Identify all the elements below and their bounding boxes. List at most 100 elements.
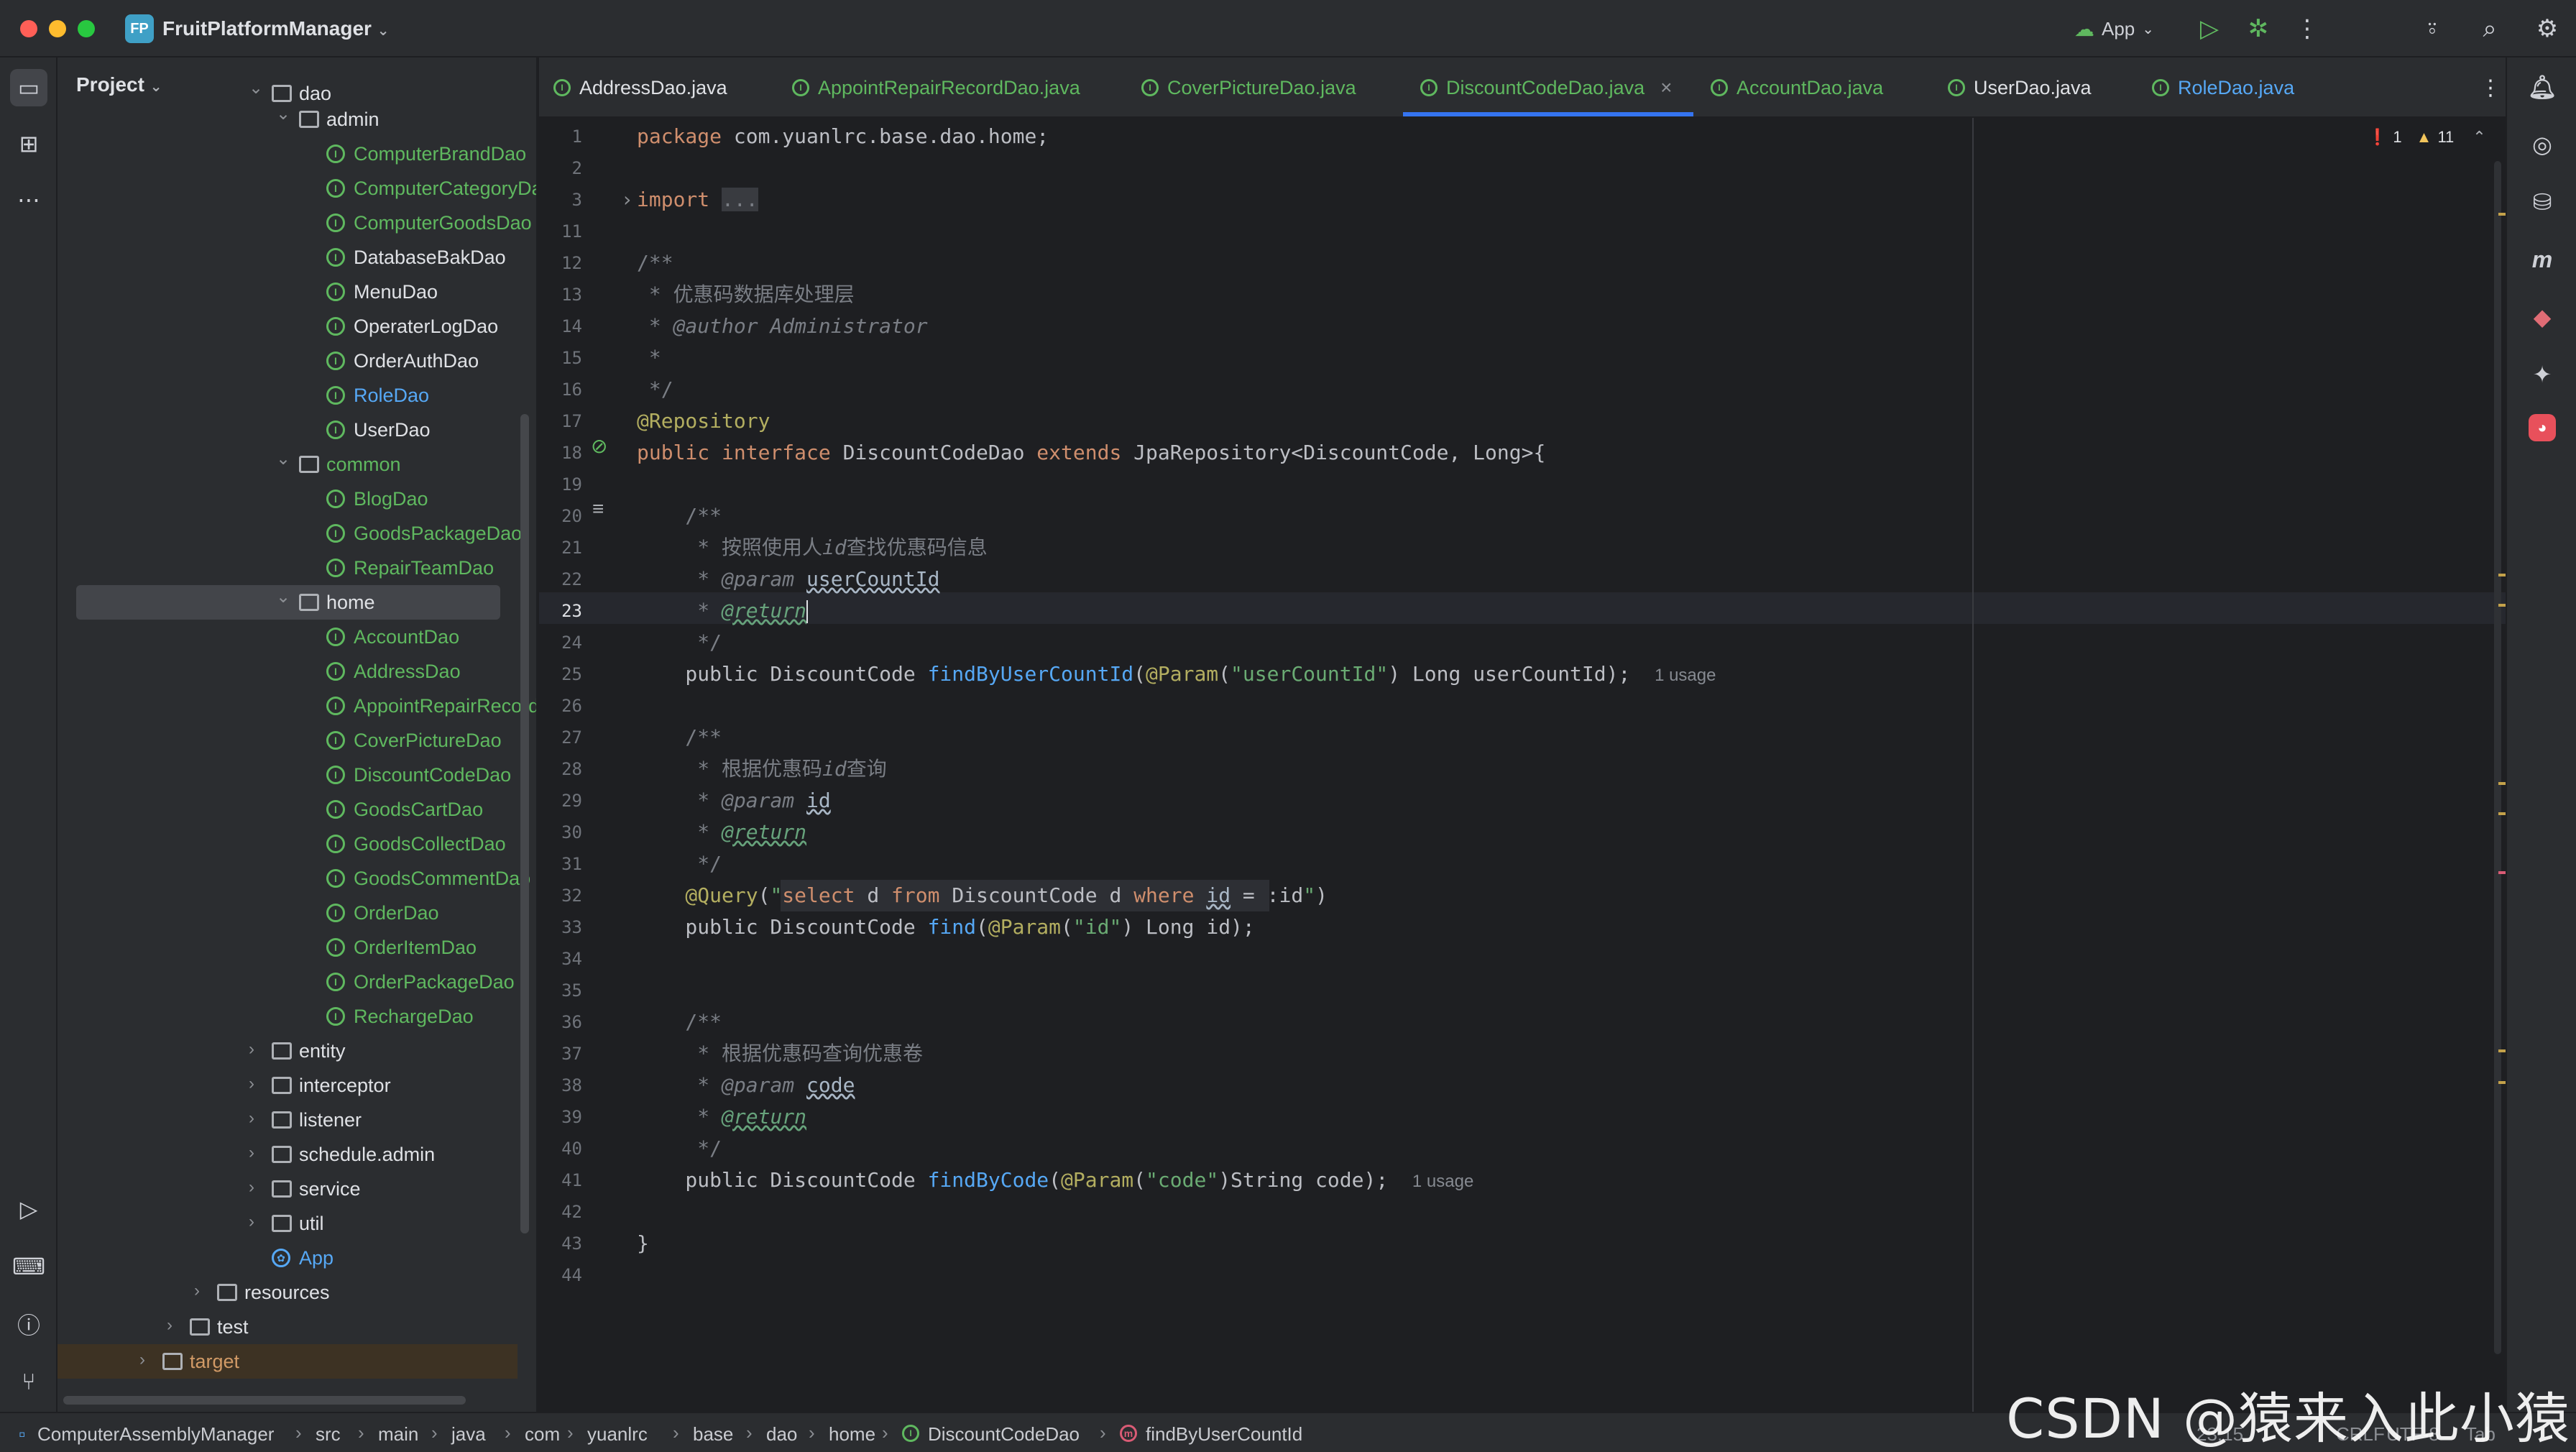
chevron-right-icon[interactable]: › bbox=[249, 1108, 254, 1129]
run-icon[interactable]: ▷ bbox=[2194, 13, 2225, 45]
breadcrumb-item[interactable]: java bbox=[451, 1423, 486, 1446]
tree-file-row[interactable]: I CoverPictureDao bbox=[58, 723, 518, 758]
tree-file-row[interactable]: I RoleDao bbox=[58, 378, 518, 413]
breadcrumb-item[interactable]: yuanlrc bbox=[587, 1423, 648, 1446]
breadcrumb-item[interactable]: main bbox=[378, 1423, 418, 1446]
plugin-cat-icon[interactable]: ◕ bbox=[2529, 414, 2556, 441]
tree-file-row[interactable]: I AddressDao bbox=[58, 654, 518, 689]
gradle-icon[interactable]: ✦ bbox=[2524, 357, 2560, 392]
breadcrumb-item[interactable]: dao bbox=[766, 1423, 797, 1446]
chevron-right-icon[interactable]: › bbox=[249, 1143, 254, 1163]
search-icon[interactable]: ⌕ bbox=[2474, 13, 2506, 45]
editor-tab[interactable]: I AppointRepairRecordDao.java bbox=[792, 58, 1080, 118]
chevron-down-icon[interactable]: ⌄ bbox=[276, 104, 290, 124]
chevron-right-icon[interactable]: › bbox=[249, 1177, 254, 1198]
editor-tab[interactable]: I UserDao.java bbox=[1948, 58, 2092, 118]
tree-folder-row[interactable]: › resources bbox=[58, 1275, 518, 1310]
more-tools-icon[interactable]: ⋯ bbox=[10, 181, 47, 219]
tree-file-row[interactable]: I RechargeDao bbox=[58, 999, 518, 1034]
tree-file-row[interactable]: I DiscountCodeDao bbox=[58, 758, 518, 792]
project-tree-horizontal-scrollbar[interactable] bbox=[63, 1396, 466, 1405]
tree-folder-row[interactable]: › util bbox=[58, 1206, 518, 1241]
tab-active[interactable]: I DiscountCodeDao.java × bbox=[1420, 58, 1673, 118]
tree-file-row[interactable]: I AppointRepairRecordI bbox=[58, 689, 536, 723]
tab-more-icon[interactable]: ⋮ bbox=[2480, 58, 2501, 118]
tree-folder-row[interactable]: › schedule.admin bbox=[58, 1137, 518, 1172]
tab-close-icon[interactable]: × bbox=[1660, 76, 1672, 99]
tree-file-row[interactable]: I AccountDao bbox=[58, 620, 518, 654]
tree-file-row[interactable]: I MenuDao bbox=[58, 275, 518, 309]
rendered-doc-toggle-icon[interactable]: ≡ bbox=[592, 497, 604, 520]
tree-file-row[interactable]: I GoodsCollectDao bbox=[58, 827, 518, 861]
chevron-down-icon[interactable]: ⌄ bbox=[276, 587, 290, 607]
editor-tab[interactable]: I AddressDao.java bbox=[553, 58, 727, 118]
run-config-selector[interactable]: ☁ App ⌄ bbox=[2074, 13, 2189, 45]
chevron-up-icon[interactable]: ⌃ bbox=[2472, 128, 2485, 147]
terminal-icon[interactable]: ⌨ bbox=[10, 1248, 47, 1285]
zoom-window-button[interactable] bbox=[78, 20, 95, 37]
inspection-widget[interactable]: ❗ 1 ▲ 11 ⌃ ⌄ bbox=[2368, 128, 2516, 147]
breadcrumb-item[interactable]: src bbox=[316, 1423, 341, 1446]
breadcrumb-item[interactable]: DiscountCodeDao bbox=[928, 1423, 1080, 1446]
tree-file-row[interactable]: I GoodsPackageDao bbox=[58, 516, 522, 551]
implementation-marker-icon[interactable]: ⊘ bbox=[591, 434, 607, 458]
tree-folder-row[interactable]: ⌄ admin bbox=[58, 102, 518, 137]
tree-file-row[interactable]: I ComputerCategoryDa bbox=[58, 171, 536, 206]
breadcrumb-item[interactable]: findByUserCountId bbox=[1146, 1423, 1302, 1446]
minimize-window-button[interactable] bbox=[49, 20, 66, 37]
breadcrumb-item[interactable]: ComputerAssemblyManager bbox=[37, 1423, 274, 1446]
chevron-right-icon[interactable]: › bbox=[167, 1315, 172, 1336]
tree-folder-row[interactable]: ⌄ common bbox=[58, 447, 518, 482]
plugin-bird-icon[interactable]: ◆ bbox=[2524, 299, 2560, 335]
project-folder-icon[interactable]: ▭ bbox=[10, 69, 47, 106]
maven-icon[interactable]: m bbox=[2524, 242, 2560, 277]
tree-folder-row[interactable]: › test bbox=[58, 1310, 518, 1344]
tree-file-row[interactable]: I RepairTeamDao bbox=[58, 551, 518, 585]
settings-gear-icon[interactable]: ⚙ bbox=[2531, 13, 2563, 45]
tree-folder-row[interactable]: › entity bbox=[58, 1034, 518, 1068]
more-actions-icon[interactable]: ⋮ bbox=[2291, 13, 2323, 45]
ai-assistant-icon[interactable]: ◎ bbox=[2524, 127, 2560, 162]
chevron-down-icon[interactable]: ⌄ bbox=[276, 449, 290, 469]
breadcrumb-item[interactable]: base bbox=[693, 1423, 733, 1446]
tree-file-row[interactable]: I GoodsCartDao bbox=[58, 792, 518, 827]
add-user-icon[interactable]: ⍤ bbox=[2416, 13, 2448, 45]
breadcrumb-item[interactable]: com bbox=[525, 1423, 560, 1446]
debug-icon[interactable]: ✲ bbox=[2242, 13, 2274, 45]
tree-folder-row[interactable]: › service bbox=[58, 1172, 518, 1206]
chevron-right-icon[interactable]: › bbox=[139, 1350, 145, 1370]
project-switcher[interactable]: FruitPlatformManager ⌄ bbox=[162, 17, 389, 40]
project-tree-scrollbar[interactable] bbox=[520, 414, 529, 1233]
tree-file-row[interactable]: I OrderItemDao bbox=[58, 930, 518, 965]
database-icon[interactable]: ⛁ bbox=[2524, 184, 2560, 220]
chevron-right-icon[interactable]: › bbox=[249, 1074, 254, 1094]
services-run-icon[interactable]: ▷ bbox=[10, 1190, 47, 1228]
tree-file-row[interactable]: ✿ App bbox=[58, 1241, 518, 1275]
tree-file-row[interactable]: I ComputerBrandDao bbox=[58, 137, 526, 171]
chevron-right-icon[interactable]: › bbox=[194, 1281, 200, 1301]
tree-folder-row[interactable]: › target bbox=[58, 1344, 518, 1379]
editor-tab[interactable]: I AccountDao.java bbox=[1711, 58, 1883, 118]
tree-folder-row[interactable]: › interceptor bbox=[58, 1068, 518, 1103]
chevron-right-icon[interactable]: › bbox=[249, 1212, 254, 1232]
problems-icon[interactable]: ⓘ bbox=[10, 1305, 47, 1343]
tree-folder-row[interactable]: ⌄ home bbox=[76, 585, 500, 620]
tree-file-row[interactable]: I OrderPackageDao bbox=[58, 965, 518, 999]
breadcrumb-item[interactable]: home bbox=[829, 1423, 875, 1446]
close-window-button[interactable] bbox=[20, 20, 37, 37]
tree-file-row[interactable]: I GoodsCommentDao bbox=[58, 861, 530, 896]
notifications-bell-icon[interactable]: 🔔︎ bbox=[2524, 69, 2560, 105]
tree-file-row[interactable]: I UserDao bbox=[58, 413, 518, 447]
tree-file-row[interactable]: I BlogDao bbox=[58, 482, 518, 516]
editor-tab[interactable]: I CoverPictureDao.java bbox=[1141, 58, 1356, 118]
fold-chevron-icon[interactable]: › bbox=[621, 184, 633, 216]
tree-file-row[interactable]: I OperaterLogDao bbox=[58, 309, 518, 344]
tree-folder-row[interactable]: › listener bbox=[58, 1103, 518, 1137]
tree-file-row[interactable]: I OrderDao bbox=[58, 896, 518, 930]
tree-file-row[interactable]: I ComputerGoodsDao bbox=[58, 206, 532, 240]
chevron-right-icon[interactable]: › bbox=[249, 1039, 254, 1060]
git-branch-icon[interactable]: ⑂ bbox=[10, 1363, 47, 1400]
tree-file-row[interactable]: I DatabaseBakDao bbox=[58, 240, 518, 275]
editor-tab[interactable]: I RoleDao.java bbox=[2152, 58, 2294, 118]
editor-scrollbar[interactable] bbox=[2494, 161, 2501, 1354]
